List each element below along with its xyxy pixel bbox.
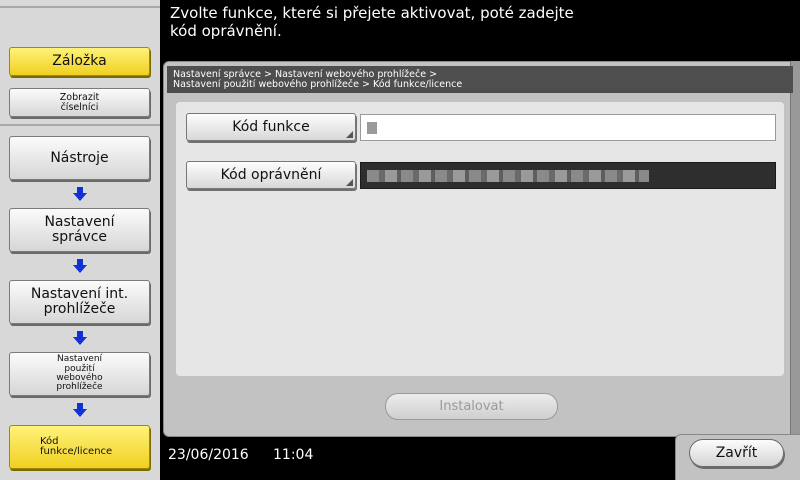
bookmark-label: Záložka (52, 53, 107, 70)
function-code-button[interactable]: Kód funkce (186, 113, 356, 141)
nav-tools-label: Nástroje (50, 149, 109, 166)
close-label: Zavřít (715, 445, 758, 461)
auth-code-button[interactable]: Kód oprávnění (186, 161, 356, 189)
nav-web-browser-usage-button[interactable]: Nastavení použití webového prohlížeče (9, 352, 150, 396)
auth-code-label: Kód oprávnění (220, 167, 322, 183)
arrow-down-icon (73, 331, 87, 345)
time-display: 11:04 (273, 447, 314, 463)
breadcrumb: Nastavení správce > Nastavení webového p… (167, 66, 793, 93)
nav-browser-settings-button[interactable]: Nastavení int. prohlížeče (9, 280, 150, 324)
function-code-label: Kód funkce (232, 119, 310, 135)
close-button[interactable]: Zavřít (689, 439, 784, 467)
nav-function-license-code-label: Kód funkce/licence (40, 435, 113, 457)
date-display: 23/06/2016 (168, 447, 249, 463)
content-area (176, 102, 784, 376)
instruction-message: Zvolte funkce, které si přejete aktivova… (170, 4, 574, 40)
nav-web-browser-usage-label: Nastavení použití webového prohlížeče (56, 354, 103, 393)
masked-value (367, 170, 649, 182)
nav-browser-settings-label: Nastavení int. prohlížeče (30, 286, 129, 317)
masked-value (367, 122, 377, 134)
sidebar-divider (0, 124, 160, 126)
arrow-down-icon (73, 187, 87, 201)
show-counter-button[interactable]: Zobrazit číselníci (9, 88, 150, 117)
nav-admin-settings-button[interactable]: Nastavení správce (9, 208, 150, 252)
arrow-down-icon (73, 259, 87, 273)
panel-edge (790, 61, 800, 437)
arrow-down-icon (73, 403, 87, 417)
sidebar-divider (0, 6, 160, 8)
show-counter-label: Zobrazit číselníci (59, 91, 100, 113)
install-button[interactable]: Instalovat (385, 393, 558, 420)
nav-tools-button[interactable]: Nástroje (9, 136, 150, 180)
bookmark-button[interactable]: Záložka (9, 47, 150, 76)
nav-admin-settings-label: Nastavení správce (44, 214, 115, 245)
nav-function-license-code-button[interactable]: Kód funkce/licence (9, 425, 150, 469)
install-label: Instalovat (439, 399, 504, 414)
function-code-field[interactable] (360, 114, 776, 141)
auth-code-field[interactable] (360, 162, 776, 189)
